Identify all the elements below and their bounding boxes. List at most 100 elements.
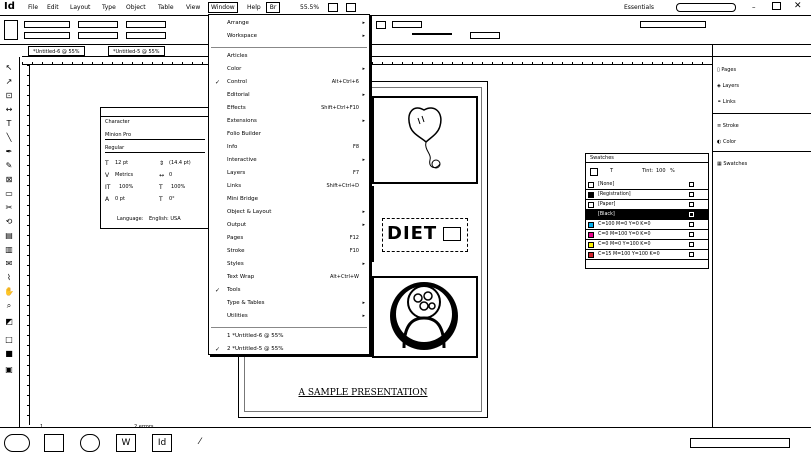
window-menu-item-arrange[interactable]: Arrange ▸: [209, 18, 369, 29]
pencil-tool-icon[interactable]: ✎: [3, 161, 15, 171]
balloon-image-frame[interactable]: [372, 96, 478, 184]
fill-stroke-icon[interactable]: ◩: [3, 317, 15, 327]
tab-untitled-5[interactable]: *Untitled-5 @ 55%: [108, 46, 165, 56]
rectangle-tool-icon[interactable]: ▭: [3, 189, 15, 199]
close-icon[interactable]: ✕: [794, 1, 802, 11]
font-size-field[interactable]: 12 pt: [115, 160, 128, 166]
indesign-taskbar-icon[interactable]: Id: [152, 434, 172, 452]
screen-mode-icon[interactable]: [346, 3, 356, 12]
swatch-row[interactable]: [Registration]: [586, 190, 708, 200]
window-menu-item-type-tables[interactable]: Type & Tables ▸: [209, 298, 369, 309]
menu-type[interactable]: Type: [102, 4, 116, 11]
menu-object[interactable]: Object: [126, 4, 146, 11]
maximize-icon[interactable]: [772, 2, 781, 10]
window-menu-item-workspace[interactable]: Workspace ▸: [209, 31, 369, 42]
window-menu-item-pages[interactable]: Pages F12: [209, 233, 369, 244]
page-tool-icon[interactable]: ⊡: [3, 91, 15, 101]
window-menu-item-stroke[interactable]: Stroke F10: [209, 246, 369, 257]
view-options-icon[interactable]: [328, 3, 338, 12]
container-text-icon[interactable]: T: [610, 168, 613, 174]
window-menu-item-styles[interactable]: Styles ▸: [209, 259, 369, 270]
tracking-field[interactable]: 0: [169, 172, 172, 178]
window-menu-item-effects[interactable]: Effects Shift+Ctrl+F10: [209, 103, 369, 114]
window-menu-item-info[interactable]: Info F8: [209, 142, 369, 153]
workspace-switcher[interactable]: Essentials: [624, 4, 654, 11]
fill-swatch-icon[interactable]: [590, 168, 598, 176]
reference-point-icon[interactable]: [4, 20, 18, 40]
window-menu-item-extensions[interactable]: Extensions ▸: [209, 116, 369, 127]
window-menu-item-1-untitled-6-55[interactable]: 1 *Untitled-6 @ 55%: [209, 331, 369, 342]
dock-swatches[interactable]: ▦ Swatches: [717, 157, 747, 171]
window-menu-item-interactive[interactable]: Interactive ▸: [209, 155, 369, 166]
leading-field[interactable]: (14.4 pt): [169, 160, 191, 166]
brain-image-frame[interactable]: [372, 276, 478, 358]
diet-text-frame[interactable]: DIET: [382, 218, 468, 252]
menu-layout[interactable]: Layout: [70, 4, 90, 11]
minimize-icon[interactable]: –: [752, 3, 756, 11]
pen-tool-icon[interactable]: ✒: [3, 147, 15, 157]
gap-tool-icon[interactable]: ↔: [3, 105, 15, 115]
window-menu-item-folio-builder[interactable]: Folio Builder: [209, 129, 369, 140]
window-menu-item-layers[interactable]: Layers F7: [209, 168, 369, 179]
free-transform-tool-icon[interactable]: ⟲: [3, 217, 15, 227]
dock-pages[interactable]: ▯ Pages: [717, 63, 736, 77]
bridge-button[interactable]: Br: [266, 2, 280, 13]
eyedropper-tool-icon[interactable]: ⌇: [3, 273, 15, 283]
other-app-icon[interactable]: ⁄: [190, 434, 210, 452]
rectangle-frame-tool-icon[interactable]: ⊠: [3, 175, 15, 185]
window-menu-item-utilities[interactable]: Utilities ▸: [209, 311, 369, 322]
zoom-tool-icon[interactable]: ⌕: [3, 301, 15, 311]
font-style-field[interactable]: Regular: [105, 145, 205, 153]
window-menu-item-object-layout[interactable]: Object & Layout ▸: [209, 207, 369, 218]
fill-icon[interactable]: [376, 21, 386, 29]
scale-x-field[interactable]: [126, 21, 166, 28]
skew-field[interactable]: 0°: [169, 196, 175, 202]
y-position-field[interactable]: [24, 32, 70, 39]
window-menu-item-mini-bridge[interactable]: Mini Bridge: [209, 194, 369, 205]
baseline-shift-field[interactable]: 0 pt: [115, 196, 125, 202]
formatting-affects-container-icon[interactable]: □: [3, 335, 15, 345]
scissors-tool-icon[interactable]: ✂: [3, 203, 15, 213]
word-icon[interactable]: W: [116, 434, 136, 452]
x-position-field[interactable]: [24, 21, 70, 28]
window-menu-item-control[interactable]: ✓ Control Alt+Ctrl+6: [209, 77, 369, 88]
swatch-row[interactable]: [Paper]: [586, 200, 708, 210]
swatch-row[interactable]: C=15 M=100 Y=100 K=0: [586, 250, 708, 260]
swatch-row[interactable]: C=0 M=0 Y=100 K=0: [586, 240, 708, 250]
stroke-weight-field[interactable]: [392, 21, 422, 28]
menu-help[interactable]: Help: [247, 4, 261, 11]
window-menu-item-2-untitled-5-55[interactable]: ✓ 2 *Untitled-5 @ 55%: [209, 344, 369, 355]
swatch-row[interactable]: C=0 M=100 Y=0 K=0: [586, 230, 708, 240]
opacity-field[interactable]: [470, 32, 500, 39]
swatch-row[interactable]: C=100 M=0 Y=0 K=0: [586, 220, 708, 230]
file-explorer-icon[interactable]: [44, 434, 64, 452]
tint-field[interactable]: 100: [656, 168, 666, 174]
window-menu-item-articles[interactable]: Articles: [209, 51, 369, 62]
window-menu-item-links[interactable]: Links Shift+Ctrl+D: [209, 181, 369, 192]
selection-tool-icon[interactable]: ↖: [3, 63, 15, 73]
menu-table[interactable]: Table: [158, 4, 174, 11]
dock-color[interactable]: ◐ Color: [717, 135, 736, 149]
screen-mode-icon[interactable]: ▣: [3, 365, 15, 375]
zoom-level[interactable]: 55.5%: [300, 4, 319, 11]
preflight-status[interactable]: 2 errors: [134, 424, 153, 430]
menu-window[interactable]: Window: [208, 2, 238, 13]
horizontal-scale-field[interactable]: 100%: [171, 184, 185, 190]
stroke-type-selector[interactable]: [412, 33, 452, 35]
type-tool-icon[interactable]: T: [3, 119, 15, 129]
media-player-icon[interactable]: [80, 434, 100, 452]
window-menu-item-text-wrap[interactable]: Text Wrap Alt+Ctrl+W: [209, 272, 369, 283]
window-menu-item-editorial[interactable]: Editorial ▸: [209, 90, 369, 101]
start-button[interactable]: [4, 434, 30, 452]
gradient-tool-icon[interactable]: ▤: [3, 231, 15, 241]
dock-links[interactable]: ⚭ Links: [717, 95, 736, 109]
hand-tool-icon[interactable]: ✋: [3, 287, 15, 297]
swatch-row[interactable]: [Black]: [586, 210, 708, 220]
scale-y-field[interactable]: [126, 32, 166, 39]
width-field[interactable]: [78, 21, 118, 28]
object-style-selector[interactable]: [640, 21, 706, 28]
height-field[interactable]: [78, 32, 118, 39]
page-number-field[interactable]: 1: [40, 424, 43, 430]
swatch-row[interactable]: [None]: [586, 180, 708, 190]
search-input[interactable]: [676, 3, 736, 12]
